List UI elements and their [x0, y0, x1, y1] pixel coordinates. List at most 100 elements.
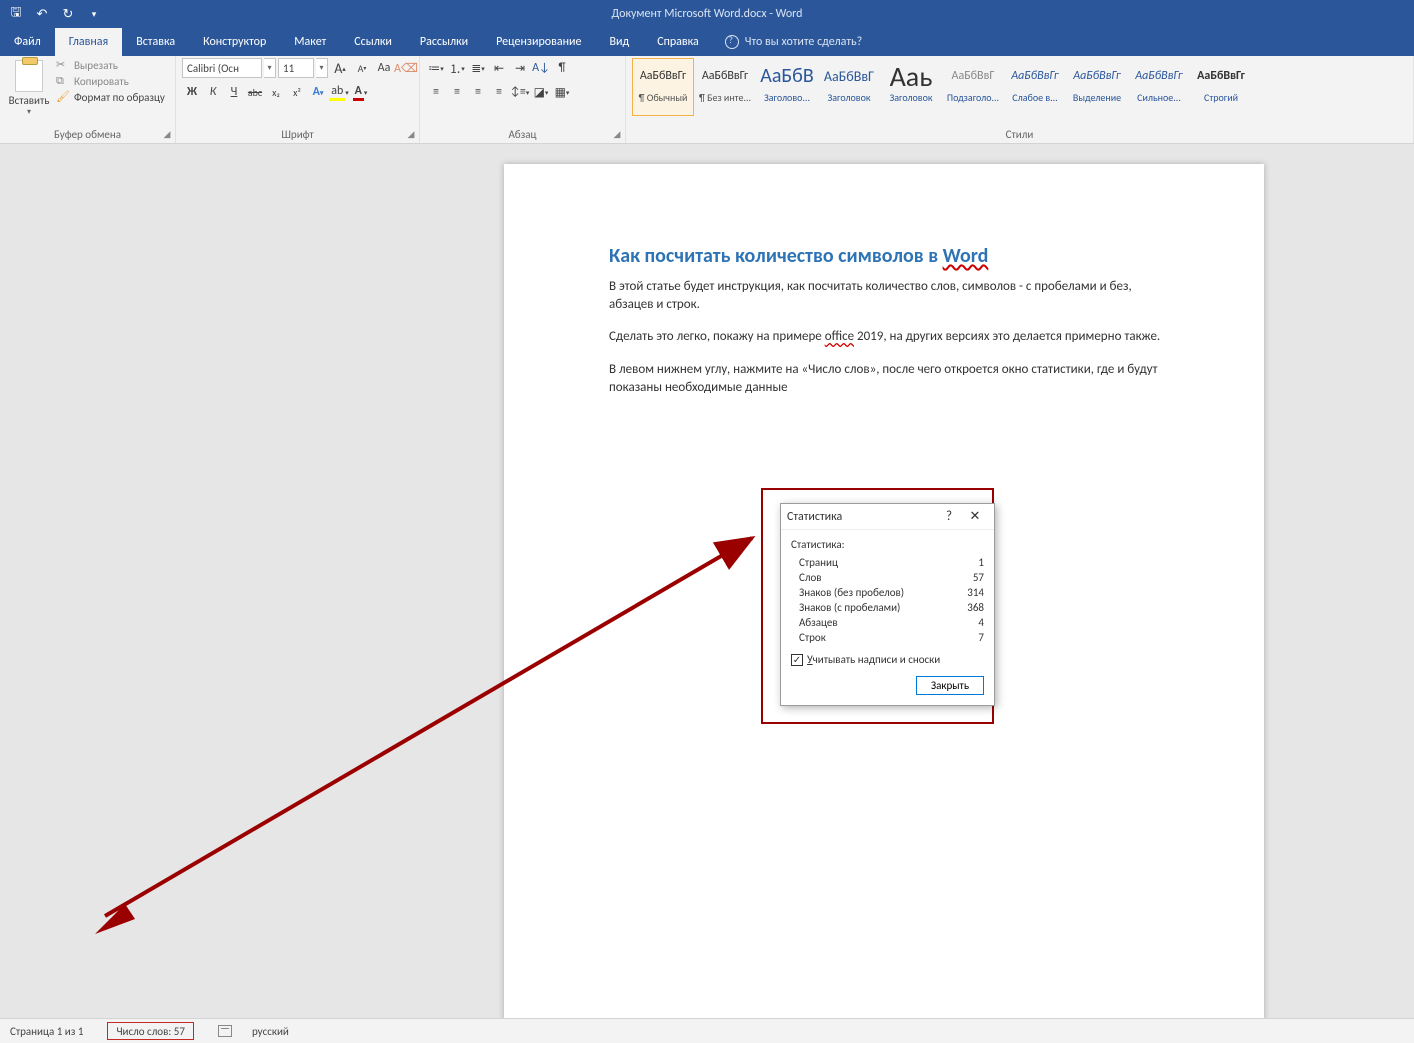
- numbering-button[interactable]: ⒈▾: [447, 58, 467, 78]
- doc-heading[interactable]: Как посчитать количество символов в Word: [609, 244, 1164, 268]
- sort-button[interactable]: A↓: [531, 58, 551, 78]
- subscript-button[interactable]: x₂: [266, 82, 286, 102]
- align-center-button[interactable]: ≡: [447, 82, 467, 102]
- dialog-close-button[interactable]: ✕: [962, 506, 988, 528]
- style-item[interactable]: АаБбВвГг¶ Без инте...: [694, 58, 756, 116]
- font-name-input[interactable]: Calibri (Осн: [182, 58, 262, 78]
- close-button[interactable]: Закрыть: [916, 676, 984, 695]
- include-footnotes-checkbox[interactable]: ✓ Учитывать надписи и сноски: [791, 653, 984, 666]
- font-color-button[interactable]: A▾: [350, 82, 370, 102]
- bullets-button[interactable]: ≔▾: [426, 58, 446, 78]
- undo-icon[interactable]: ↶: [34, 6, 50, 22]
- style-preview: АаБбВ: [760, 61, 813, 91]
- line-spacing-button[interactable]: ↕≡▾: [510, 82, 530, 102]
- save-icon[interactable]: 🖫: [8, 6, 24, 22]
- tell-me-label: Что вы хотите сделать?: [745, 35, 862, 49]
- stat-value: 314: [967, 586, 984, 599]
- borders-button[interactable]: ▦▾: [552, 82, 572, 102]
- superscript-button[interactable]: x²: [287, 82, 307, 102]
- paste-button[interactable]: Вставить ▾: [6, 58, 52, 117]
- strike-button[interactable]: abc: [245, 82, 265, 102]
- stat-row: Страниц1: [791, 555, 984, 570]
- grow-font-button[interactable]: A▴: [330, 58, 350, 78]
- font-dialog-launcher[interactable]: ◢: [405, 129, 417, 141]
- align-right-button[interactable]: ≡: [468, 82, 488, 102]
- style-name: ¶ Без инте...: [697, 91, 753, 104]
- qat-customize-icon[interactable]: ▾: [86, 6, 102, 22]
- shrink-font-button[interactable]: A▾: [352, 58, 372, 78]
- tab-design[interactable]: Конструктор: [189, 28, 280, 56]
- align-left-button[interactable]: ≡: [426, 82, 446, 102]
- language-indicator[interactable]: русский: [242, 1019, 299, 1043]
- stat-row: Строк7: [791, 630, 984, 645]
- status-bar: Страница 1 из 1 Число слов: 57 русский: [0, 1018, 1414, 1043]
- tab-review[interactable]: Рецензирование: [482, 28, 595, 56]
- paragraph-group-label: Абзац: [426, 128, 619, 143]
- style-item[interactable]: AаьЗаголовок: [880, 58, 942, 116]
- shading-button[interactable]: ◪▾: [531, 82, 551, 102]
- increase-indent-button[interactable]: ⇥: [510, 58, 530, 78]
- stat-key: Знаков (с пробелами): [799, 601, 900, 614]
- tell-me[interactable]: Что вы хотите сделать?: [713, 28, 874, 56]
- paragraph-dialog-launcher[interactable]: ◢: [611, 129, 623, 141]
- format-painter-button[interactable]: 🖌Формат по образцу: [56, 90, 165, 104]
- style-item[interactable]: АаБбВЗаголово...: [756, 58, 818, 116]
- stat-row: Знаков (с пробелами)368: [791, 600, 984, 615]
- style-item[interactable]: АаБбВвГг¶ Обычный: [632, 58, 694, 116]
- copy-button[interactable]: ⧉Копировать: [56, 74, 165, 88]
- clear-formatting-button[interactable]: A⌫: [396, 58, 416, 78]
- paste-label: Вставить: [9, 94, 50, 107]
- style-item[interactable]: АаБбВвГгСлабое в...: [1004, 58, 1066, 116]
- style-item[interactable]: АаБбВвГгСильное...: [1128, 58, 1190, 116]
- doc-paragraph-3[interactable]: В левом нижнем углу, нажмите на «Число с…: [609, 361, 1164, 397]
- font-name-dropdown[interactable]: ▾: [264, 58, 276, 78]
- decrease-indent-button[interactable]: ⇤: [489, 58, 509, 78]
- show-marks-button[interactable]: ¶: [552, 58, 572, 78]
- tab-help[interactable]: Справка: [643, 28, 713, 56]
- styles-gallery[interactable]: АаБбВвГг¶ ОбычныйАаБбВвГг¶ Без инте...Аа…: [632, 58, 1252, 116]
- tab-layout[interactable]: Макет: [280, 28, 340, 56]
- italic-button[interactable]: К: [203, 82, 223, 102]
- clipboard-dialog-launcher[interactable]: ◢: [161, 129, 173, 141]
- ribbon: Вставить ▾ ✂Вырезать ⧉Копировать 🖌Формат…: [0, 56, 1414, 144]
- tab-references[interactable]: Ссылки: [340, 28, 406, 56]
- redo-icon[interactable]: ↻: [60, 6, 76, 22]
- cut-button[interactable]: ✂Вырезать: [56, 58, 165, 72]
- change-case-button[interactable]: Aa: [374, 58, 394, 78]
- style-preview: АаБбВвГ: [952, 61, 995, 91]
- style-item[interactable]: АаБбВвГгСтрогий: [1190, 58, 1252, 116]
- style-item[interactable]: АаБбВвГПодзаголо...: [942, 58, 1004, 116]
- tab-file[interactable]: Файл: [0, 28, 55, 56]
- bold-button[interactable]: Ж: [182, 82, 202, 102]
- document-canvas[interactable]: Как посчитать количество символов в Word…: [0, 144, 1414, 1018]
- style-preview: АаБбВвГг: [640, 61, 686, 91]
- checkbox-icon: ✓: [791, 654, 803, 666]
- tab-insert[interactable]: Вставка: [122, 28, 189, 56]
- dialog-titlebar[interactable]: Статистика ? ✕: [781, 504, 994, 530]
- page-indicator[interactable]: Страница 1 из 1: [0, 1019, 93, 1043]
- style-item[interactable]: АаБбВвГгВыделение: [1066, 58, 1128, 116]
- clipboard-icon: [15, 60, 43, 92]
- text-effects-button[interactable]: A▾: [308, 82, 328, 102]
- scissors-icon: ✂: [56, 58, 70, 72]
- tab-mailings[interactable]: Рассылки: [406, 28, 482, 56]
- proofing-button[interactable]: [208, 1019, 242, 1043]
- style-name: Заголовок: [821, 91, 877, 104]
- doc-paragraph-2[interactable]: Сделать это легко, покажу на примере off…: [609, 328, 1164, 346]
- styles-group-label: Стили: [632, 128, 1407, 143]
- style-item[interactable]: АаБбВвГЗаголовок: [818, 58, 880, 116]
- highlight-button[interactable]: ab▾: [329, 82, 349, 102]
- dialog-help-button[interactable]: ?: [936, 506, 962, 528]
- group-styles: АаБбВвГг¶ ОбычныйАаБбВвГг¶ Без инте...Аа…: [626, 56, 1414, 143]
- stat-value: 1: [978, 556, 984, 569]
- doc-paragraph-1[interactable]: В этой статье будет инструкция, как посч…: [609, 278, 1164, 314]
- word-count[interactable]: Число слов: 57: [93, 1019, 208, 1043]
- multilevel-button[interactable]: ≣▾: [468, 58, 488, 78]
- font-size-dropdown[interactable]: ▾: [316, 58, 328, 78]
- font-size-input[interactable]: 11: [278, 58, 314, 78]
- underline-button[interactable]: Ч: [224, 82, 244, 102]
- stat-row: Слов57: [791, 570, 984, 585]
- tab-home[interactable]: Главная: [55, 28, 122, 56]
- justify-button[interactable]: ≡: [489, 82, 509, 102]
- tab-view[interactable]: Вид: [595, 28, 643, 56]
